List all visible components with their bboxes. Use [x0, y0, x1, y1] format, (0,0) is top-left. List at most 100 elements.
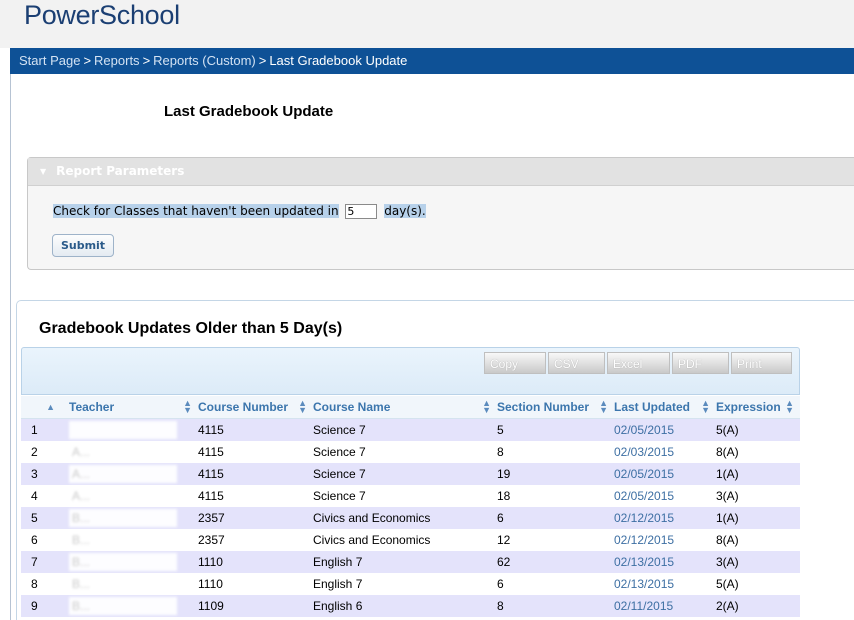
days-parameter-row: Check for Classes that haven't been upda… — [53, 204, 426, 219]
breadcrumb-separator: > — [142, 53, 151, 68]
report-parameters-header[interactable]: ▼ Report Parameters — [28, 158, 854, 186]
expression-cell: 3(A) — [716, 485, 800, 507]
course-number-cell: 2357 — [198, 507, 313, 529]
row-number-cell: 3 — [21, 463, 69, 485]
course-name-cell: English 7 — [313, 573, 497, 595]
course-name-cell: English 7 — [313, 551, 497, 573]
expression-cell: 1(A) — [716, 463, 800, 485]
last-updated-cell: 02/12/2015 — [614, 507, 716, 529]
course-number-cell: 1110 — [198, 551, 313, 573]
table-row[interactable]: 6 B... 2357 Civics and Economics 12 02/12/201… — [21, 529, 800, 551]
redacted-teacher-name: B... — [69, 509, 177, 527]
course-name-cell: Science 7 — [313, 485, 497, 507]
triangle-down-icon[interactable]: ▼ — [40, 158, 46, 185]
breadcrumb: Start Page > Reports > Reports (Custom) > Last… — [10, 48, 854, 74]
row-number-cell: 4 — [21, 485, 69, 507]
breadcrumb-reports[interactable]: Reports — [94, 53, 140, 68]
expression-cell: 1(A) — [716, 507, 800, 529]
last-updated-cell: 02/13/2015 — [614, 551, 716, 573]
expression-cell: 5(A) — [716, 418, 800, 441]
header-bar: PowerSchool — [0, 0, 854, 48]
last-updated-cell: 02/12/2015 — [614, 529, 716, 551]
expression-cell: 8(A) — [716, 529, 800, 551]
column-header-index[interactable]: ▲ — [21, 396, 69, 419]
course-name-cell: Civics and Economics — [313, 529, 497, 551]
report-parameters-title: Report Parameters — [56, 164, 185, 178]
column-header-teacher[interactable]: Teacher ▲ ▼ — [69, 396, 198, 419]
course-name-cell: Science 7 — [313, 463, 497, 485]
course-name-cell: Science 7 — [313, 441, 497, 463]
days-label-after: day(s). — [384, 204, 426, 218]
export-toolbar: Copy CSV Excel PDF Print — [21, 347, 800, 395]
sort-arrows-icon[interactable]: ▲ ▼ — [701, 399, 710, 415]
teacher-cell: A... — [69, 485, 198, 507]
table-header-row: ▲ Teacher ▲ ▼ Course Number ▲ ▼ Course Name ▲… — [21, 396, 800, 419]
powerschool-logo[interactable]: PowerSchool — [24, 0, 180, 31]
table-row[interactable]: 2 A... 4115 Science 7 8 02/03/2015 8(A) — [21, 441, 800, 463]
column-header-expression[interactable]: Expression ▲ ▼ — [716, 396, 800, 419]
redacted-teacher-name: A... — [69, 443, 177, 461]
row-number-cell: 8 — [21, 573, 69, 595]
section-number-cell: 8 — [497, 595, 614, 617]
section-number-cell: 12 — [497, 529, 614, 551]
sort-arrows-icon[interactable]: ▲ ▼ — [785, 399, 794, 415]
section-number-cell: 5 — [497, 418, 614, 441]
table-body: 1 4115 Science 7 5 02/05/2015 5(A) 2 A... 4115 Sc… — [21, 418, 800, 617]
last-updated-cell: 02/11/2015 — [614, 595, 716, 617]
days-input[interactable] — [345, 204, 378, 219]
column-label: Section Number — [497, 400, 590, 414]
section-number-cell: 6 — [497, 573, 614, 595]
redacted-teacher-name: B... — [69, 597, 177, 615]
column-header-course-name[interactable]: Course Name ▲ ▼ — [313, 396, 497, 419]
row-number-cell: 2 — [21, 441, 69, 463]
section-number-cell: 18 — [497, 485, 614, 507]
last-updated-cell: 02/03/2015 — [614, 441, 716, 463]
section-number-cell: 6 — [497, 507, 614, 529]
redacted-teacher-name: B... — [69, 575, 177, 593]
course-number-cell: 4115 — [198, 418, 313, 441]
copy-button[interactable]: Copy — [484, 352, 546, 374]
results-title: Gradebook Updates Older than 5 Day(s) — [39, 320, 343, 337]
table-row[interactable]: 4 A... 4115 Science 7 18 02/05/2015 3(A) — [21, 485, 800, 507]
teacher-cell: B... — [69, 507, 198, 529]
breadcrumb-start-page[interactable]: Start Page — [19, 53, 80, 68]
teacher-cell: B... — [69, 573, 198, 595]
gradebook-table: ▲ Teacher ▲ ▼ Course Number ▲ ▼ Course Name ▲… — [21, 396, 800, 617]
table-row[interactable]: 5 B... 2357 Civics and Economics 6 02/12/2015… — [21, 507, 800, 529]
table-row[interactable]: 9 B... 1109 English 6 8 02/11/2015 2(A) — [21, 595, 800, 617]
section-number-cell: 62 — [497, 551, 614, 573]
last-updated-cell: 02/05/2015 — [614, 463, 716, 485]
column-label: Last Updated — [614, 400, 691, 414]
pdf-button[interactable]: PDF — [672, 352, 729, 374]
table-row[interactable]: 1 4115 Science 7 5 02/05/2015 5(A) — [21, 418, 800, 441]
column-header-last-updated[interactable]: Last Updated ▲ ▼ — [614, 396, 716, 419]
course-number-cell: 1110 — [198, 573, 313, 595]
table-row[interactable]: 7 B... 1110 English 7 62 02/13/2015 3(A) — [21, 551, 800, 573]
expression-cell: 8(A) — [716, 441, 800, 463]
csv-button[interactable]: CSV — [548, 352, 605, 374]
row-number-cell: 6 — [21, 529, 69, 551]
teacher-cell: B... — [69, 529, 198, 551]
column-header-course-number[interactable]: Course Number ▲ ▼ — [198, 396, 313, 419]
excel-button[interactable]: Excel — [607, 352, 670, 374]
breadcrumb-separator: > — [258, 53, 267, 68]
print-button[interactable]: Print — [731, 352, 792, 374]
sort-arrows-icon[interactable]: ▲ ▼ — [599, 399, 608, 415]
breadcrumb-current: Last Gradebook Update — [269, 53, 408, 68]
table-row[interactable]: 3 A... 4115 Science 7 19 02/05/2015 1(A) — [21, 463, 800, 485]
last-updated-cell: 02/13/2015 — [614, 573, 716, 595]
expression-cell: 2(A) — [716, 595, 800, 617]
submit-button[interactable]: Submit — [52, 234, 114, 257]
sort-asc-icon[interactable]: ▲ — [46, 403, 55, 412]
table-row[interactable]: 8 B... 1110 English 7 6 02/13/2015 5(A) — [21, 573, 800, 595]
teacher-cell: A... — [69, 441, 198, 463]
sort-arrows-icon[interactable]: ▲ ▼ — [183, 399, 192, 415]
teacher-cell — [69, 418, 198, 441]
teacher-cell: A... — [69, 463, 198, 485]
sort-arrows-icon[interactable]: ▲ ▼ — [298, 399, 307, 415]
breadcrumb-reports-custom[interactable]: Reports (Custom) — [153, 53, 256, 68]
days-label-before: Check for Classes that haven't been upda… — [53, 204, 339, 218]
column-header-section-number[interactable]: Section Number ▲ ▼ — [497, 396, 614, 419]
sort-arrows-icon[interactable]: ▲ ▼ — [482, 399, 491, 415]
teacher-cell: B... — [69, 551, 198, 573]
